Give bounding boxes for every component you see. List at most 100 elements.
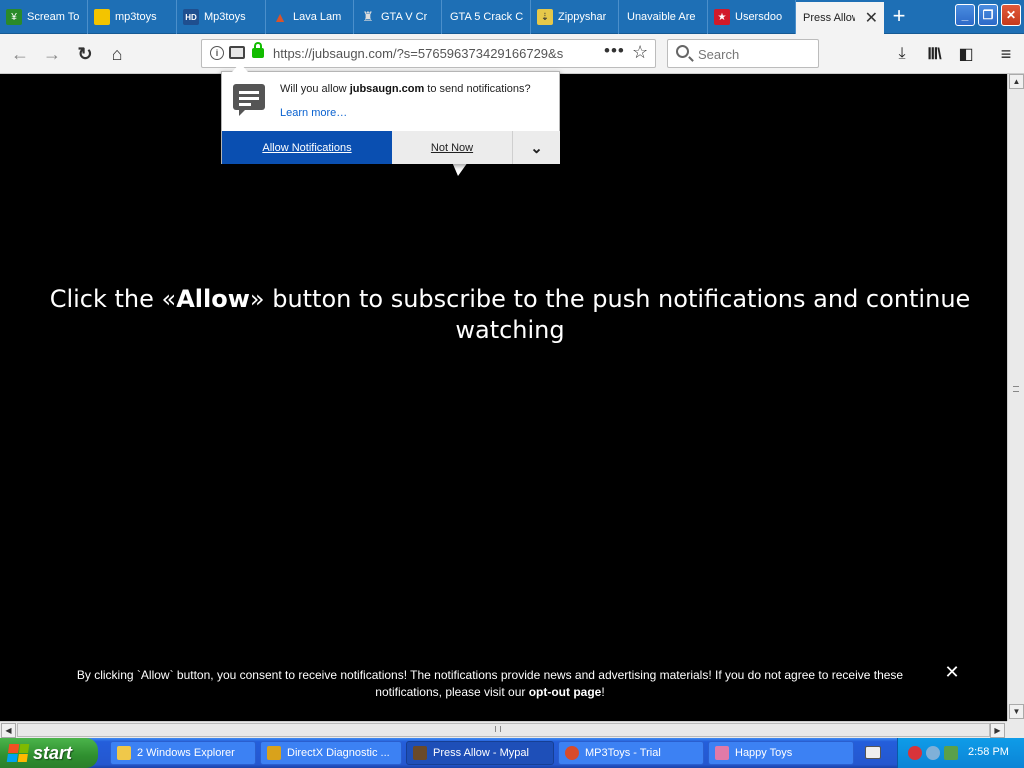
reload-button[interactable]: ↻	[71, 40, 99, 68]
scroll-left-arrow-icon[interactable]: ◀	[1, 723, 16, 738]
scream-favicon-icon: ¥	[6, 9, 22, 25]
scroll-down-arrow-icon[interactable]: ▼	[1009, 704, 1024, 719]
scrollbar-corner	[1007, 721, 1024, 738]
tab-gta-v[interactable]: ♜ GTA V Cr	[354, 0, 442, 34]
tab-label: mp3toys	[115, 11, 157, 23]
windows-flag-icon	[6, 744, 30, 762]
horizontal-scroll-thumb[interactable]	[17, 723, 990, 737]
tab-unavailable[interactable]: Unavaible Are	[619, 0, 708, 34]
horizontal-scrollbar[interactable]: ◀ ▶	[0, 721, 1007, 738]
taskbar-item-happy-toys[interactable]: Happy Toys	[708, 741, 854, 765]
navigation-toolbar: ← → ↻ ⌂ i https://jubsaugn.com/?s=576596…	[0, 34, 1024, 74]
minimize-button[interactable]: _	[955, 4, 975, 26]
restore-button[interactable]: ❐	[978, 4, 998, 26]
popup-question-prefix: Will you allow	[280, 83, 350, 95]
tab-label: Press Allow	[803, 12, 855, 24]
popup-domain: jubsaugn.com	[349, 83, 425, 95]
sidebar-icon: ◧	[958, 46, 974, 63]
site-info-icon[interactable]: i	[210, 46, 224, 60]
clock[interactable]: 2:58 PM	[968, 746, 1009, 758]
tray-security-icon[interactable]	[944, 746, 958, 760]
search-box[interactable]: Search	[667, 39, 819, 68]
page-content: Click the «Allow» button to subscribe to…	[0, 74, 1007, 721]
start-button[interactable]: start	[0, 738, 98, 768]
taskbar-item-windows-explorer[interactable]: 2 Windows Explorer	[110, 741, 256, 765]
popup-question: Will you allow jubsaugn.com to send noti…	[280, 83, 531, 95]
back-arrow-icon: ←	[11, 43, 29, 64]
reload-icon: ↻	[77, 43, 93, 64]
notification-permission-icon[interactable]	[229, 46, 245, 59]
tab-lava-lamp[interactable]: ▲ Lava Lam	[266, 0, 354, 34]
tray-app-icon[interactable]	[908, 746, 922, 760]
home-icon: ⌂	[111, 43, 123, 64]
tab-usersdoo[interactable]: ★ Usersdoo	[708, 0, 796, 34]
tab-press-allow[interactable]: Press Allow ✕	[796, 2, 884, 34]
popup-dropdown-button[interactable]: ⌄	[513, 131, 560, 164]
happy-toys-icon	[715, 746, 729, 760]
scroll-up-arrow-icon[interactable]: ▲	[1009, 74, 1024, 89]
learn-more-link[interactable]: Learn more…	[280, 107, 347, 119]
tab-scream[interactable]: ¥ Scream To	[0, 0, 88, 34]
taskbar-item-label: DirectX Diagnostic ...	[287, 747, 390, 759]
system-tray: 2:58 PM	[897, 738, 1024, 768]
scroll-grip[interactable]	[1013, 386, 1019, 392]
tab-label: Usersdoo	[735, 11, 783, 23]
url-text[interactable]: https://jubsaugn.com/?s=5765963734291667…	[273, 46, 568, 61]
speech-bubble-tail	[452, 162, 468, 176]
opt-out-link[interactable]: opt-out page	[529, 685, 602, 699]
tab-strip: ¥ Scream To mp3toys HD Mp3toys ▲ Lava La…	[0, 0, 1024, 34]
allow-notifications-button[interactable]: Allow Notifications	[222, 131, 392, 164]
tab-gta5-crack[interactable]: GTA 5 Crack C	[442, 0, 531, 34]
chat-bubble-icon	[233, 84, 265, 116]
new-tab-button[interactable]: +	[884, 4, 914, 30]
lava-lamp-favicon-icon: ▲	[273, 9, 287, 25]
tab-mp3toys-hd[interactable]: HD Mp3toys	[177, 0, 266, 34]
forward-arrow-icon: →	[43, 43, 61, 64]
tab-zippyshare[interactable]: ⇣ Zippyshar	[531, 0, 619, 34]
popup-question-suffix: to send notifications?	[424, 83, 531, 95]
consent-close-button[interactable]: ✕	[943, 663, 961, 681]
usersdoo-favicon-icon: ★	[714, 9, 730, 25]
downloads-button[interactable]: ⤓	[889, 40, 915, 68]
tab-label: Lava Lam	[293, 11, 342, 23]
menu-button[interactable]: ≡	[993, 40, 1019, 68]
search-icon	[676, 45, 689, 58]
taskbar-item-label: Happy Toys	[735, 747, 793, 759]
secure-lock-icon	[252, 42, 264, 58]
scroll-right-arrow-icon[interactable]: ▶	[990, 723, 1005, 738]
chevron-down-icon: ⌄	[530, 139, 543, 157]
consent-end: !	[601, 685, 605, 699]
start-label: start	[33, 742, 73, 763]
sidebar-button[interactable]: ◧	[953, 40, 979, 68]
headline: Click the «Allow» button to subscribe to…	[40, 284, 980, 346]
close-window-button[interactable]: ✕	[1001, 4, 1021, 26]
download-icon: ⤓	[898, 45, 906, 62]
notification-permission-popup: Will you allow jubsaugn.com to send noti…	[221, 63, 560, 164]
hamburger-menu-icon: ≡	[1000, 43, 1012, 64]
mp3toys-app-icon	[565, 746, 579, 760]
windows-taskbar: start 2 Windows Explorer DirectX Diagnos…	[0, 738, 1024, 768]
taskbar-item-mp3toys[interactable]: MP3Toys - Trial	[558, 741, 704, 765]
not-now-button[interactable]: Not Now	[392, 131, 513, 164]
home-button[interactable]: ⌂	[103, 40, 131, 68]
tab-mp3toys[interactable]: mp3toys	[88, 0, 177, 34]
forward-button[interactable]: →	[38, 40, 66, 68]
address-bar[interactable]: i https://jubsaugn.com/?s=57659637342916…	[201, 39, 656, 68]
taskbar-item-directx[interactable]: DirectX Diagnostic ...	[260, 741, 402, 765]
page-actions-menu-icon[interactable]: •••	[604, 41, 625, 61]
library-button[interactable]: Ⅲ\	[921, 40, 947, 68]
taskbar-item-mypal[interactable]: Press Allow - Mypal	[406, 741, 554, 765]
scroll-grip[interactable]	[495, 726, 501, 732]
hd-favicon-icon: HD	[183, 9, 199, 25]
zippyshare-favicon-icon: ⇣	[537, 9, 553, 25]
vertical-scrollbar[interactable]: ▲ ▼	[1007, 74, 1024, 721]
bookmark-star-icon[interactable]: ☆	[632, 42, 648, 63]
tab-close-icon[interactable]: ✕	[861, 8, 878, 28]
headline-prefix: Click the «	[49, 285, 177, 313]
taskbar-item-label: 2 Windows Explorer	[137, 747, 235, 759]
keyboard-layout-icon[interactable]	[865, 746, 881, 759]
tray-network-icon[interactable]	[926, 746, 940, 760]
tab-label: Mp3toys	[204, 11, 246, 23]
consent-notice: By clicking `Allow` button, you consent …	[60, 667, 920, 701]
back-button[interactable]: ←	[6, 40, 34, 68]
